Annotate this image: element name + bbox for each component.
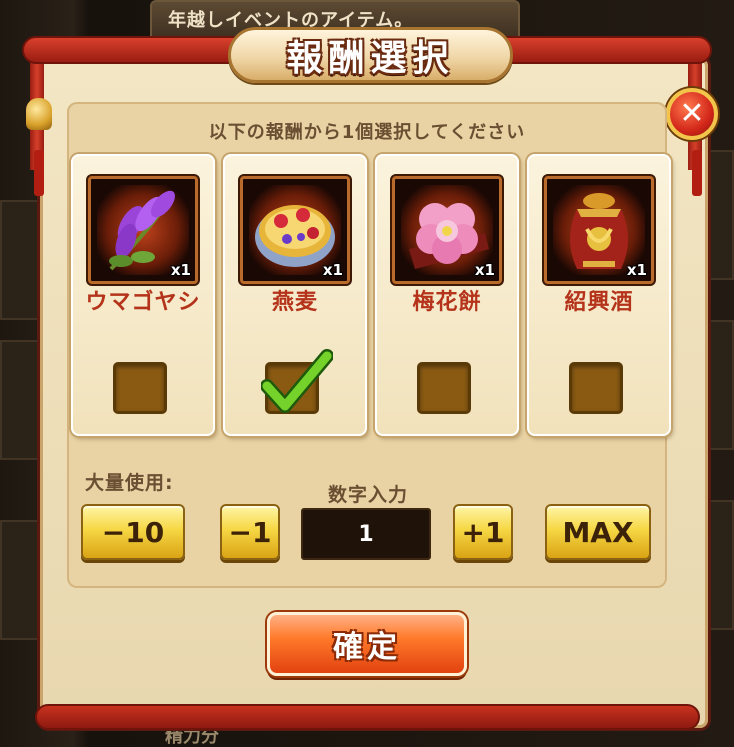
- background-card: [0, 520, 45, 640]
- reward-card-alfalfa[interactable]: x1 ウマゴヤシ: [71, 154, 215, 436]
- background-card: [0, 340, 45, 460]
- max-label: MAX: [562, 515, 634, 549]
- reward-name: 梅花餅: [412, 290, 482, 315]
- quantity-input[interactable]: 1: [301, 508, 431, 560]
- plus-1-label: +1: [461, 515, 505, 549]
- dialog-title: 報酬選択: [286, 38, 455, 79]
- background-card: [0, 200, 45, 320]
- reward-name: ウマゴヤシ: [85, 290, 201, 315]
- confirm-button[interactable]: 確定: [267, 612, 467, 676]
- instruction-text: 以下の報酬から1個選択してください: [208, 122, 526, 143]
- bulk-use-label: 大量使用:: [85, 472, 174, 494]
- dialog-title-plate: 報酬選択: [228, 27, 513, 83]
- reward-quantity: x1: [170, 261, 191, 279]
- reward-card-shaoxing-wine[interactable]: x1 紹興酒: [527, 154, 671, 436]
- game-screen: 年越しイベントのアイテム。 精力分 報酬選択 ✕ 以下の報酬から1個選択してくだ…: [0, 0, 734, 747]
- minus-1-label: −1: [228, 515, 272, 549]
- minus-10-button[interactable]: −10: [81, 504, 185, 560]
- close-button[interactable]: ✕: [666, 88, 718, 140]
- reward-card-plum-cake[interactable]: x1 梅花餅: [375, 154, 519, 436]
- quantity-value: 1: [358, 521, 374, 547]
- shaoxing-wine-icon: x1: [544, 176, 654, 284]
- reward-quantity: x1: [626, 261, 647, 279]
- plus-1-button[interactable]: +1: [453, 504, 513, 560]
- reward-checkbox[interactable]: [113, 362, 167, 414]
- reward-card-oats[interactable]: x1 燕麦: [223, 154, 367, 436]
- confirm-label: 確定: [333, 630, 401, 665]
- number-input-label: 数字入力: [327, 484, 408, 506]
- background-card: [708, 320, 734, 450]
- alfalfa-icon: x1: [88, 176, 198, 284]
- reward-name: 燕麦: [271, 290, 318, 315]
- reward-checkbox[interactable]: [265, 362, 319, 414]
- reward-name: 紹興酒: [564, 290, 634, 315]
- reward-quantity: x1: [322, 261, 343, 279]
- minus-10-label: −10: [101, 515, 165, 549]
- bell-icon: [26, 98, 52, 130]
- reward-checkbox[interactable]: [417, 362, 471, 414]
- reward-quantity: x1: [474, 261, 495, 279]
- right-tassel: [692, 150, 702, 196]
- plum-blossom-cake-icon: x1: [392, 176, 502, 284]
- background-card: [708, 500, 734, 630]
- background-card: [708, 150, 734, 280]
- reward-checkbox[interactable]: [569, 362, 623, 414]
- close-icon: ✕: [679, 96, 705, 131]
- max-button[interactable]: MAX: [545, 504, 651, 560]
- reward-panel: 以下の報酬から1個選択してください x1 ウマゴヤシ x1 燕麦 x1 梅花餅 …: [67, 102, 671, 588]
- left-tassel: [34, 150, 44, 196]
- oats-bowl-icon: x1: [240, 176, 350, 284]
- minus-1-button[interactable]: −1: [220, 504, 280, 560]
- dialog-bottom-frame: [35, 704, 700, 730]
